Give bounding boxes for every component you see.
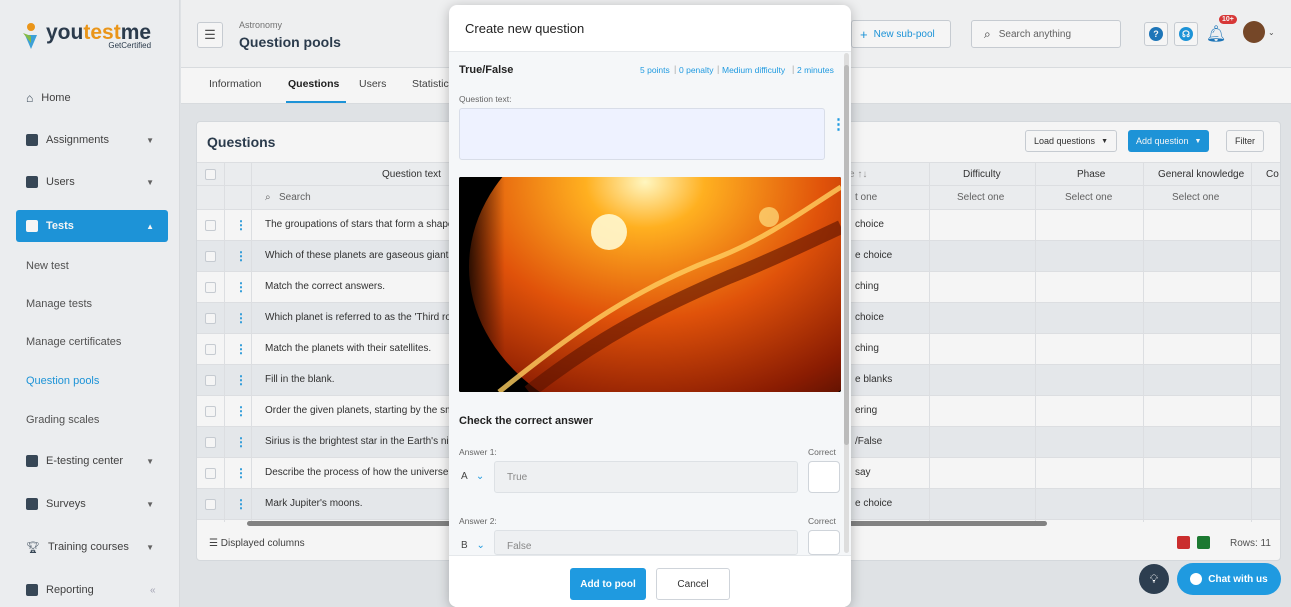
create-question-modal: Create new question True/False 5 points … [449, 5, 851, 607]
penalty-link[interactable]: 0 penalty [679, 65, 714, 75]
more-options-icon[interactable]: ⋮ [831, 115, 846, 133]
correct-1-label: Correct [808, 447, 836, 457]
answer-2-letter-select[interactable]: B ⌄ [461, 540, 485, 551]
cancel-button[interactable]: Cancel [656, 568, 730, 600]
correct-2-label: Correct [808, 516, 836, 526]
answer-2-label: Answer 2: [459, 516, 497, 526]
modal-title: Create new question [465, 21, 585, 36]
modal-header: Create new question [449, 5, 851, 52]
answer-1-correct-checkbox[interactable] [808, 461, 840, 493]
question-text-input[interactable] [459, 108, 825, 160]
answer-1-label: Answer 1: [459, 447, 497, 457]
chat-label: Chat with us [1208, 573, 1268, 585]
answer-2-correct-checkbox[interactable] [808, 530, 840, 555]
chat-button[interactable]: Chat with us [1177, 563, 1281, 595]
meta-separator: | [717, 64, 720, 74]
time-link[interactable]: 2 minutes [797, 65, 834, 75]
lightbulb-icon[interactable]: 💡︎ [1139, 564, 1169, 594]
check-answer-title: Check the correct answer [459, 415, 593, 427]
chevron-down-icon: ⌄ [475, 471, 485, 482]
difficulty-link[interactable]: Medium difficulty [722, 65, 785, 75]
answer-letter: B [461, 540, 468, 551]
add-to-pool-button[interactable]: Add to pool [570, 568, 646, 600]
chat-icon [1190, 573, 1203, 585]
meta-separator: | [674, 64, 677, 74]
meta-separator: | [792, 64, 795, 74]
answer-2-input[interactable]: False [494, 530, 798, 555]
question-type: True/False [459, 64, 514, 76]
sun-image [459, 177, 841, 392]
modal-footer: Add to pool Cancel [449, 555, 851, 607]
question-text-label: Question text: [459, 94, 512, 104]
question-image [459, 177, 841, 392]
points-link[interactable]: 5 points [640, 65, 670, 75]
answer-1-input[interactable]: True [494, 461, 798, 493]
answer-letter: A [461, 471, 468, 482]
answer-1-letter-select[interactable]: A ⌄ [461, 471, 484, 482]
chevron-down-icon: ⌄ [476, 540, 485, 551]
